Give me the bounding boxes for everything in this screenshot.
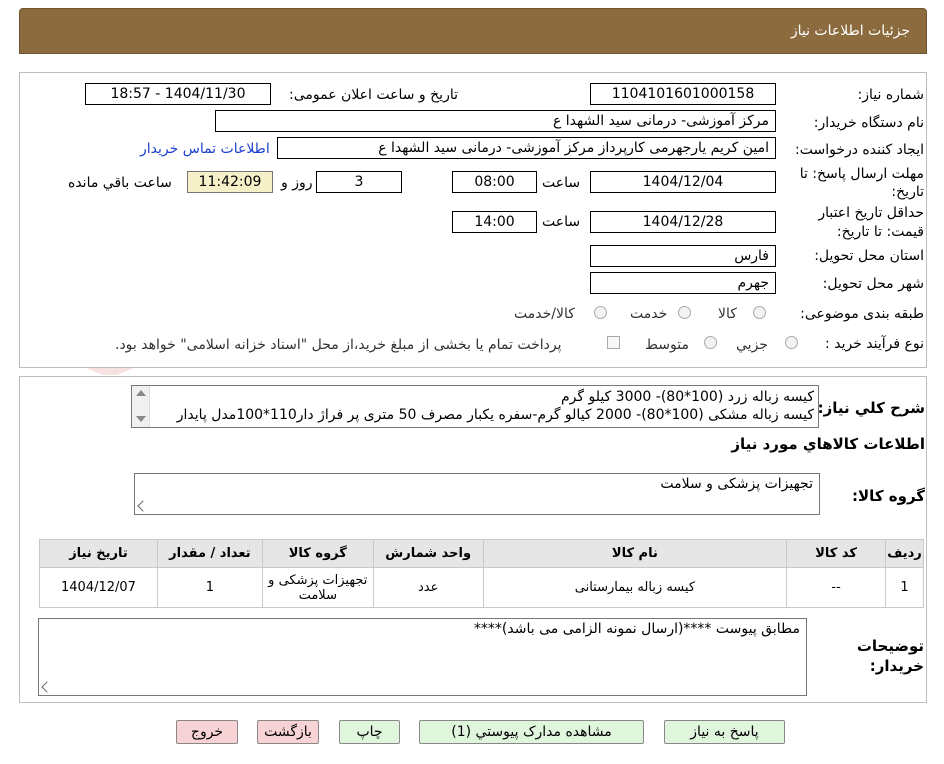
category-radio-service[interactable] xyxy=(678,306,691,319)
validity-date-field: 1404/12/28 xyxy=(590,211,776,233)
page-title: جزئیات اطلاعات نیاز xyxy=(790,23,910,39)
category-radio-goods[interactable] xyxy=(753,306,766,319)
province-field: فارس xyxy=(590,245,776,267)
need-number-field: 1104101601000158 xyxy=(590,83,776,105)
table-row: 1 -- کیسه زباله بیمارستانی عدد تجهیزات پ… xyxy=(39,567,924,608)
category-option-goods: کالا xyxy=(718,306,737,322)
remaining-time-field: 11:42:09 xyxy=(187,171,273,193)
cell-group: تجهیزات پزشکی و سلامت xyxy=(261,567,374,608)
scrollbar[interactable] xyxy=(132,386,150,427)
deadline-label-line2: تاریخ: xyxy=(891,184,924,200)
validity-time-label: ساعت xyxy=(542,214,581,230)
goods-section-title: اطلاعات کالاهاي مورد نياز xyxy=(731,435,925,453)
process-label: نوع فرآیند خرید : xyxy=(825,336,924,352)
province-label: استان محل تحویل: xyxy=(814,248,924,264)
validity-label-line2: قیمت: تا تاریخ: xyxy=(836,224,924,240)
process-option-medium: متوسط xyxy=(645,337,689,353)
creator-label: ایجاد کننده درخواست: xyxy=(795,142,924,158)
city-field: جهرم xyxy=(590,272,776,294)
process-radio-medium[interactable] xyxy=(704,336,717,349)
print-button[interactable]: چاپ xyxy=(339,720,400,744)
description-line-2: کیسه زباله مشکی (100*80)- 2000 کیالو گرم… xyxy=(176,407,814,423)
back-button[interactable]: بازگشت xyxy=(257,720,319,744)
buyer-org-field: مرکز آموزشی- درمانی سید الشهدا ع xyxy=(215,110,776,132)
reply-button[interactable]: پاسخ به نياز xyxy=(664,720,785,744)
view-attachments-button[interactable]: مشاهده مدارک پيوستي (1) xyxy=(419,720,644,744)
buyer-notes-label-line1: توضیحات xyxy=(856,637,924,655)
announce-field: 1404/11/30 - 18:57 xyxy=(85,83,271,105)
category-label: طبقه بندی موضوعی: xyxy=(800,306,924,322)
deadline-time-label: ساعت xyxy=(542,175,581,191)
city-label: شهر محل تحویل: xyxy=(822,276,924,292)
buyer-notes-textarea[interactable]: مطابق پیوست ****(ارسال نمونه الزامی می ب… xyxy=(38,618,807,696)
cell-name: کیسه زباله بیمارستانی xyxy=(482,567,788,608)
goods-group-value: تجهیزات پزشکی و سلامت xyxy=(660,476,813,492)
description-textarea[interactable]: کیسه زباله زرد (100*80)- 3000 کیلو گرم ک… xyxy=(131,385,819,428)
cell-unit: عدد xyxy=(372,567,484,608)
deadline-label-line1: مهلت ارسال پاسخ: تا xyxy=(799,166,924,182)
days-label: روز و xyxy=(281,175,313,191)
exit-button[interactable]: خروج xyxy=(176,720,238,744)
cell-quantity: 1 xyxy=(156,567,263,608)
description-line-1: کیسه زباله زرد (100*80)- 3000 کیلو گرم xyxy=(560,389,814,405)
cell-row-number: 1 xyxy=(885,567,924,608)
scroll-up-icon[interactable] xyxy=(136,390,146,396)
table-header-row: رديف کد کالا نام کالا واحد شمارش گروه کا… xyxy=(39,539,924,568)
category-option-service: خدمت xyxy=(630,306,668,322)
validity-time-field: 14:00 xyxy=(452,211,537,233)
col-header-group: گروه کالا xyxy=(261,539,374,568)
buyer-org-label: نام دستگاه خریدار: xyxy=(813,115,924,131)
process-option-minor: جزیي xyxy=(736,337,768,353)
col-header-code: کد کالا xyxy=(786,539,887,568)
deadline-date-field: 1404/12/04 xyxy=(590,171,776,193)
treasury-payment-note: پرداخت تمام یا بخشی از مبلغ خرید،از محل … xyxy=(115,337,562,353)
col-header-need-date: تاريخ نياز xyxy=(39,539,158,568)
buyer-contact-link[interactable]: اطلاعات تماس خریدار xyxy=(140,141,270,157)
validity-label-line1: حداقل تاريخ اعتبار xyxy=(818,205,924,221)
cell-need-date: 1404/12/07 xyxy=(39,567,158,608)
announce-label: تاریخ و ساعت اعلان عمومی: xyxy=(289,87,458,103)
col-header-name: نام کالا xyxy=(482,539,788,568)
goods-group-label: گروه کالا: xyxy=(852,487,925,505)
col-header-row-number: رديف xyxy=(885,539,924,568)
need-number-label: شماره نیاز: xyxy=(857,87,925,103)
deadline-time-field: 08:00 xyxy=(452,171,537,193)
description-label: شرح کلي نياز: xyxy=(817,399,925,417)
buyer-notes-text: مطابق پیوست ****(ارسال نمونه الزامی می ب… xyxy=(473,621,800,637)
scroll-down-icon[interactable] xyxy=(136,416,146,422)
treasury-payment-checkbox[interactable] xyxy=(607,336,620,349)
buyer-notes-label-line2: خریدار: xyxy=(869,657,924,675)
category-option-goods-service: کالا/خدمت xyxy=(514,306,575,322)
process-radio-minor[interactable] xyxy=(785,336,798,349)
col-header-unit: واحد شمارش xyxy=(372,539,484,568)
goods-table: رديف کد کالا نام کالا واحد شمارش گروه کا… xyxy=(39,539,924,608)
days-field: 3 xyxy=(316,171,402,193)
page-header: جزئیات اطلاعات نیاز xyxy=(19,8,927,54)
col-header-quantity: تعداد / مقدار xyxy=(156,539,263,568)
resize-handle-icon[interactable] xyxy=(41,681,53,693)
creator-field: امین کریم یارجهرمی کارپرداز مرکز آموزشی-… xyxy=(277,137,776,159)
cell-code: -- xyxy=(786,567,887,608)
remaining-label: ساعت باقي مانده xyxy=(68,175,172,191)
resize-handle-icon[interactable] xyxy=(137,500,149,512)
goods-group-textarea[interactable]: تجهیزات پزشکی و سلامت xyxy=(134,473,820,515)
category-radio-goods-service[interactable] xyxy=(594,306,607,319)
